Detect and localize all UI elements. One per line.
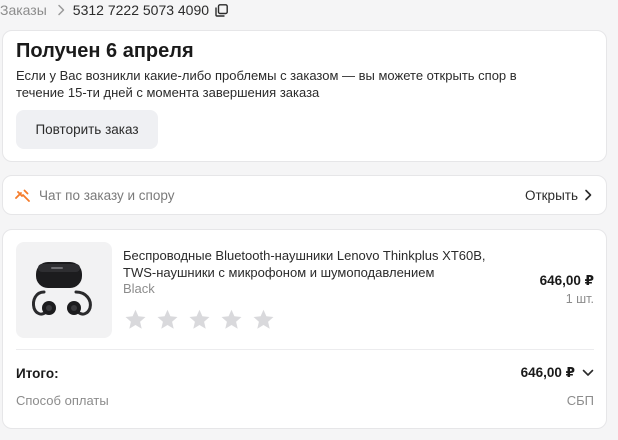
dispute-info-text: Если у Вас возникли какие-либо проблемы … <box>16 68 517 100</box>
order-status-card: Получен 6 апреля Если у Вас возникли как… <box>2 30 607 162</box>
chevron-right-icon <box>585 189 592 201</box>
star-icon[interactable] <box>219 308 244 332</box>
chevron-right-icon <box>57 4 65 16</box>
open-chat-label: Открыть <box>524 187 578 203</box>
order-chat-card[interactable]: Чат по заказу и спору Открыть <box>2 175 607 215</box>
divider <box>16 349 594 350</box>
star-icon[interactable] <box>123 308 148 332</box>
chat-dispute-icon <box>15 189 30 202</box>
product-image[interactable] <box>16 242 112 338</box>
product-title[interactable]: Беспроводные Bluetooth-наушники Lenovo T… <box>123 248 513 281</box>
total-value: 646,00 ₽ <box>520 365 575 380</box>
chevron-down-icon <box>582 369 594 376</box>
product-price: 646,00 ₽ <box>539 273 594 288</box>
rating-stars[interactable] <box>123 308 283 332</box>
order-product-card: Беспроводные Bluetooth-наушники Lenovo T… <box>2 229 607 429</box>
order-status-title: Получен 6 апреля <box>16 40 194 62</box>
open-chat-button[interactable]: Открыть <box>525 188 592 203</box>
total-label: Итого: <box>16 366 59 381</box>
payment-method-label: Способ оплаты <box>16 393 109 408</box>
total-toggle[interactable]: 646,00 ₽ <box>521 365 594 381</box>
breadcrumb-orders-link[interactable]: Заказы <box>0 2 47 18</box>
product-quantity: 1 шт. <box>565 292 594 306</box>
star-icon[interactable] <box>251 308 276 332</box>
chat-label: Чат по заказу и спору <box>39 187 175 203</box>
star-icon[interactable] <box>155 308 180 332</box>
chat-label-group: Чат по заказу и спору <box>15 188 174 203</box>
breadcrumb: Заказы 5312 7222 5073 4090 <box>0 0 228 20</box>
repeat-order-button[interactable]: Повторить заказ <box>16 110 158 149</box>
copy-icon[interactable] <box>215 3 228 17</box>
payment-method-value: СБП <box>566 393 594 408</box>
star-icon[interactable] <box>187 308 212 332</box>
product-variant: Black <box>123 281 155 296</box>
order-number: 5312 7222 5073 4090 <box>72 2 210 18</box>
